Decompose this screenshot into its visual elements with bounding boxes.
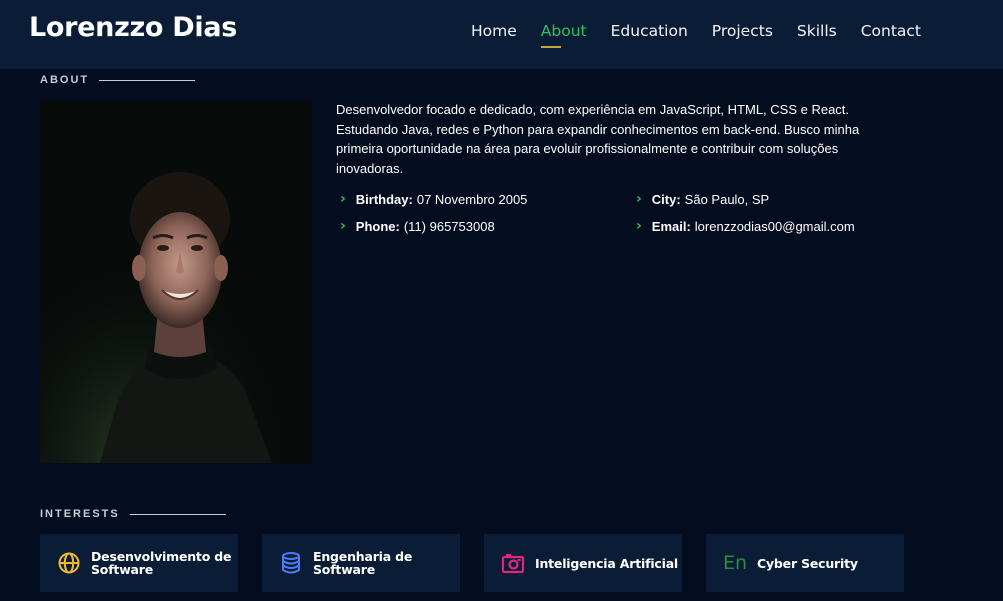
language-icon: En	[723, 551, 747, 575]
info-birthday-value: 07 Novembro 2005	[416, 191, 528, 207]
nav-contact[interactable]: Contact	[861, 22, 921, 46]
database-icon	[279, 551, 303, 575]
interest-card-software-dev[interactable]: Desenvolvimento de Software	[40, 534, 238, 592]
about-title-text: ABOUT	[40, 74, 90, 86]
about-description: Desenvolvedor focado e dedicado, com exp…	[336, 102, 860, 176]
chevron-right-icon: ›	[636, 191, 642, 207]
interest-label: Engenharia de Software	[313, 549, 413, 577]
top-header: Lorenzzo Dias Home About Education Proje…	[0, 0, 1003, 69]
info-birthday: › Birthday: 07 Novembro 2005	[340, 191, 527, 207]
chevron-right-icon: ›	[340, 218, 346, 234]
info-email-value[interactable]: lorenzzodias00@gmail.com	[695, 219, 855, 234]
interest-label: Cyber Security	[757, 555, 858, 571]
interest-label: Desenvolvimento de Software	[91, 549, 232, 577]
interests-title-text: INTERESTS	[40, 508, 120, 520]
title-divider	[129, 513, 226, 515]
nav-skills[interactable]: Skills	[797, 22, 837, 46]
camera-icon	[501, 551, 525, 575]
profile-photo-image	[40, 100, 312, 463]
main-nav: Home About Education Projects Skills Con…	[471, 22, 945, 48]
chevron-right-icon: ›	[340, 191, 346, 207]
interest-card-software-eng[interactable]: Engenharia de Software	[262, 534, 460, 592]
info-phone-value: (11) 965753008	[403, 218, 495, 234]
info-phone-label: Phone:	[355, 218, 400, 234]
info-email: › Email: lorenzzodias00@gmail.com	[636, 218, 855, 234]
info-city: › City: São Paulo, SP	[636, 191, 769, 207]
nav-about[interactable]: About	[540, 22, 587, 48]
interest-label: Inteligencia Artificial	[535, 555, 679, 571]
info-city-label: City:	[651, 191, 681, 207]
chevron-right-icon: ›	[636, 218, 642, 234]
info-email-label: Email:	[651, 218, 691, 234]
nav-home[interactable]: Home	[471, 22, 517, 46]
brand-logo[interactable]: Lorenzzo Dias	[29, 12, 237, 43]
interest-card-ai[interactable]: Inteligencia Artificial	[484, 534, 682, 592]
language-icon-text: En	[722, 552, 748, 574]
nav-projects[interactable]: Projects	[712, 22, 773, 46]
info-birthday-label: Birthday:	[355, 191, 413, 207]
about-section-title: ABOUT	[40, 74, 196, 86]
nav-education[interactable]: Education	[611, 22, 688, 46]
interest-card-cyber[interactable]: En Cyber Security	[706, 534, 904, 592]
profile-photo	[40, 100, 312, 463]
interests-section-title: INTERESTS	[40, 508, 226, 520]
globe-icon	[57, 551, 81, 575]
title-divider	[99, 79, 196, 81]
info-city-value: São Paulo, SP	[684, 191, 770, 207]
info-phone: › Phone: (11) 965753008	[340, 218, 495, 234]
